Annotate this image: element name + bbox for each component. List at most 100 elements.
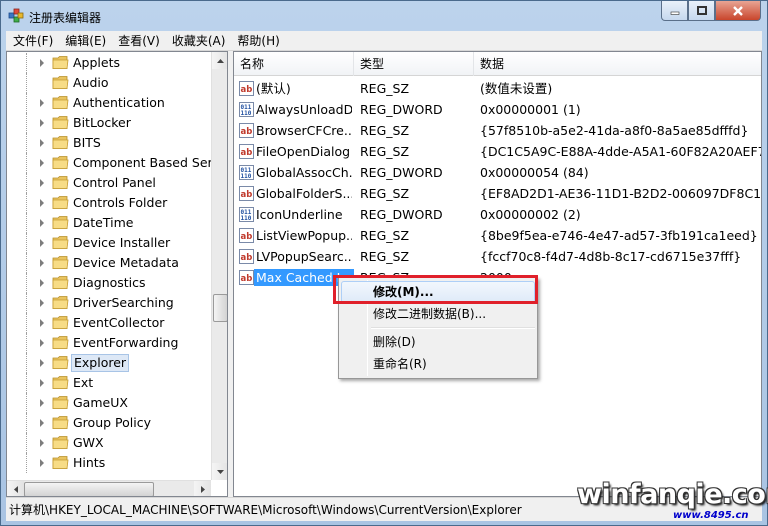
menu-bar: 文件(F) 编辑(E) 查看(V) 收藏夹(A) 帮助(H) [6,31,762,51]
expand-arrow-icon[interactable] [40,59,44,67]
tree-item[interactable]: Hints [7,453,212,473]
tree-item[interactable]: GameUX [7,393,212,413]
value-name: ListViewPopup... [256,228,352,243]
expand-arrow-icon[interactable] [40,119,44,127]
expand-arrow-icon[interactable] [40,279,44,287]
expand-arrow-icon[interactable] [40,399,44,407]
value-data: {57f8510b-a5e2-41da-a8f0-8a5ae85dfffd} [480,123,749,138]
tree-item[interactable]: EventCollector [7,313,212,333]
svg-text:110: 110 [241,173,252,180]
expand-arrow-icon[interactable] [40,359,44,367]
expand-arrow-icon[interactable] [40,179,44,187]
context-menu-separator [371,327,535,329]
menu-file[interactable]: 文件(F) [6,31,58,51]
scroll-left-button[interactable] [7,481,24,496]
expand-arrow-icon[interactable] [40,439,44,447]
minimize-button[interactable] [661,1,688,21]
tree-item[interactable]: Authentication [7,93,212,113]
value-type: REG_SZ [360,144,410,159]
tree-item[interactable]: Control Panel [7,173,212,193]
list-row[interactable]: 011 110 IconUnderline REG_DWORD 0x00000002 (… [234,204,761,225]
expand-arrow-icon[interactable] [40,139,44,147]
menu-edit[interactable]: 编辑(E) [58,31,111,51]
expand-arrow-icon[interactable] [40,99,44,107]
list-row[interactable]: 011 110 AlwaysUnloadDll REG_DWORD 0x00000001… [234,99,761,120]
tree-item[interactable]: DateTime [7,213,212,233]
tree-horizontal-scrollbar[interactable] [7,480,211,496]
client-area: Hints GWX Group Policy GameUX Ext Explorer Eve… [6,51,762,497]
tree-item[interactable]: EventForwarding [7,333,212,353]
folder-icon [52,96,69,109]
tree-item[interactable]: Component Based Serv [7,153,220,173]
value-data: 0x00000002 (2) [480,207,581,222]
context-menu-item[interactable]: 修改二进制数据(B)... [341,303,535,325]
tree-item[interactable]: Device Metadata [7,253,212,273]
tree-item[interactable]: Diagnostics [7,273,212,293]
column-header-name[interactable]: 名称 [234,52,354,76]
expand-arrow-icon[interactable] [40,379,44,387]
expand-arrow-icon[interactable] [40,319,44,327]
value-name: (默认) [256,81,291,96]
tree-item-label: Component Based Serv [73,155,221,170]
expand-arrow-icon[interactable] [40,159,44,167]
expand-arrow-icon[interactable] [40,339,44,347]
tree-item[interactable]: Applets [7,53,212,73]
folder-icon [52,296,69,309]
folder-icon [52,56,69,69]
close-button[interactable] [715,1,761,21]
folder-icon [52,436,69,449]
list-row[interactable]: ab (默认) REG_SZ (数值未设置) [234,78,761,99]
maximize-icon [696,5,707,15]
list-row[interactable]: 011 110 GlobalAssocCh... REG_DWORD 0x0000005… [234,162,761,183]
column-header-data[interactable]: 数据 [474,52,761,76]
tree-item[interactable]: Controls Folder [7,193,212,213]
list-row[interactable]: ab LVPopupSearc... REG_SZ {fccf70c8-f4d7-4d… [234,246,761,267]
string-value-icon: ab [239,270,254,285]
context-menu-item[interactable]: 删除(D) [341,331,535,353]
tree-item[interactable]: Explorer [7,353,212,373]
svg-text:ab: ab [241,85,253,95]
dword-value-icon: 011110 [239,102,254,117]
tree-item[interactable]: DriverSearching [7,293,212,313]
tree-item-label: Control Panel [73,175,156,190]
watermark: winfanqie.com www.8495.cn [577,479,768,523]
menu-help[interactable]: 帮助(H) [230,31,284,51]
tree-item[interactable]: GWX [7,433,212,453]
list-row[interactable]: ab BrowserCFCre... REG_SZ {57f8510b-a5e2-41… [234,120,761,141]
tree-item[interactable]: BITS [7,133,212,153]
tree-scroll-thumb[interactable] [213,294,227,322]
scroll-up-button[interactable] [212,52,227,69]
tree-item-label: EventForwarding [73,335,179,350]
column-header-type[interactable]: 类型 [354,52,474,76]
scroll-right-button[interactable] [194,481,211,496]
tree-guide-line [26,333,27,353]
tree-item[interactable]: Ext [7,373,212,393]
scroll-down-button[interactable] [212,463,227,480]
value-name: BrowserCFCre... [256,123,352,138]
expand-arrow-icon[interactable] [40,259,44,267]
value-data: (数值未设置) [480,81,553,96]
tree-vertical-scrollbar[interactable] [211,52,227,480]
tree-hscroll-thumb[interactable] [24,482,154,496]
expand-arrow-icon[interactable] [40,459,44,467]
list-row[interactable]: ab GlobalFolderS... REG_SZ {EF8AD2D1-AE36-1… [234,183,761,204]
value-list[interactable]: 名称 类型 数据 ab (默认) REG_SZ (数值未设置) 011 110 Always… [233,51,762,497]
key-tree[interactable]: Hints GWX Group Policy GameUX Ext Explorer Eve… [6,51,228,497]
tree-item[interactable]: BitLocker [7,113,212,133]
title-bar[interactable]: 注册表编辑器 [1,1,767,31]
expand-arrow-icon[interactable] [40,299,44,307]
maximize-button[interactable] [688,1,715,21]
tree-item-label: BitLocker [73,115,131,130]
tree-item[interactable]: Group Policy [7,413,212,433]
expand-arrow-icon[interactable] [40,239,44,247]
list-row[interactable]: ab FileOpenDialog REG_SZ {DC1C5A9C-E88A-4dd… [234,141,761,162]
context-menu-item[interactable]: 重命名(R) [341,353,535,375]
menu-favorites[interactable]: 收藏夹(A) [165,31,231,51]
expand-arrow-icon[interactable] [40,199,44,207]
tree-item[interactable]: Audio [7,73,212,93]
tree-item[interactable]: Device Installer [7,233,212,253]
menu-view[interactable]: 查看(V) [111,31,165,51]
expand-arrow-icon[interactable] [40,419,44,427]
list-row[interactable]: ab ListViewPopup... REG_SZ {8be9f5ea-e746-4… [234,225,761,246]
expand-arrow-icon[interactable] [40,219,44,227]
